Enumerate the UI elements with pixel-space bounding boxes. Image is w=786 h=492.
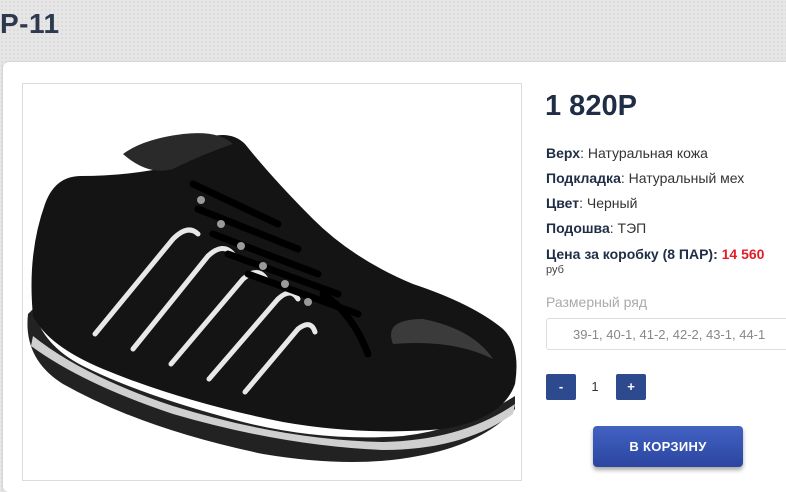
currency-label: руб — [546, 264, 564, 276]
box-price: Цена за коробку (8 ПАР): 14 560 — [546, 246, 764, 262]
spec-value: Натуральный мех — [628, 170, 745, 186]
product-image[interactable] — [22, 83, 522, 481]
spec-value: ТЭП — [617, 220, 647, 236]
spec-label: Цвет — [546, 195, 580, 211]
product-price: 1 820Р — [545, 90, 637, 122]
box-price-label: Цена за коробку (8 ПАР): — [546, 246, 718, 262]
spec-value: Натуральная кожа — [587, 145, 708, 161]
spec-list: Верх: Натуральная кожа Подкладка: Натура… — [546, 141, 744, 241]
spec-value: Черный — [586, 195, 638, 211]
spec-upper: Верх: Натуральная кожа — [546, 145, 708, 161]
quantity-input[interactable]: 1 — [580, 379, 610, 394]
spec-lining: Подкладка: Натуральный мех — [546, 170, 745, 186]
spec-label: Подкладка — [546, 170, 621, 186]
quantity-plus-button[interactable]: + — [616, 374, 646, 400]
size-range-select[interactable]: 39-1, 40-1, 41-2, 42-2, 43-1, 44-1 — [546, 318, 786, 350]
page-title: P-11 — [0, 8, 60, 39]
spec-label: Подошва — [546, 220, 610, 236]
shoe-image — [27, 133, 517, 463]
box-price-value: 14 560 — [721, 246, 765, 262]
size-range-label: Размерный ряд — [546, 294, 648, 310]
spec-color: Цвет: Черный — [546, 195, 638, 211]
spec-sole: Подошва: ТЭП — [546, 220, 647, 236]
add-to-cart-button[interactable]: В КОРЗИНУ — [593, 426, 743, 467]
spec-label: Верх — [546, 145, 581, 161]
quantity-minus-button[interactable]: - — [546, 374, 576, 400]
